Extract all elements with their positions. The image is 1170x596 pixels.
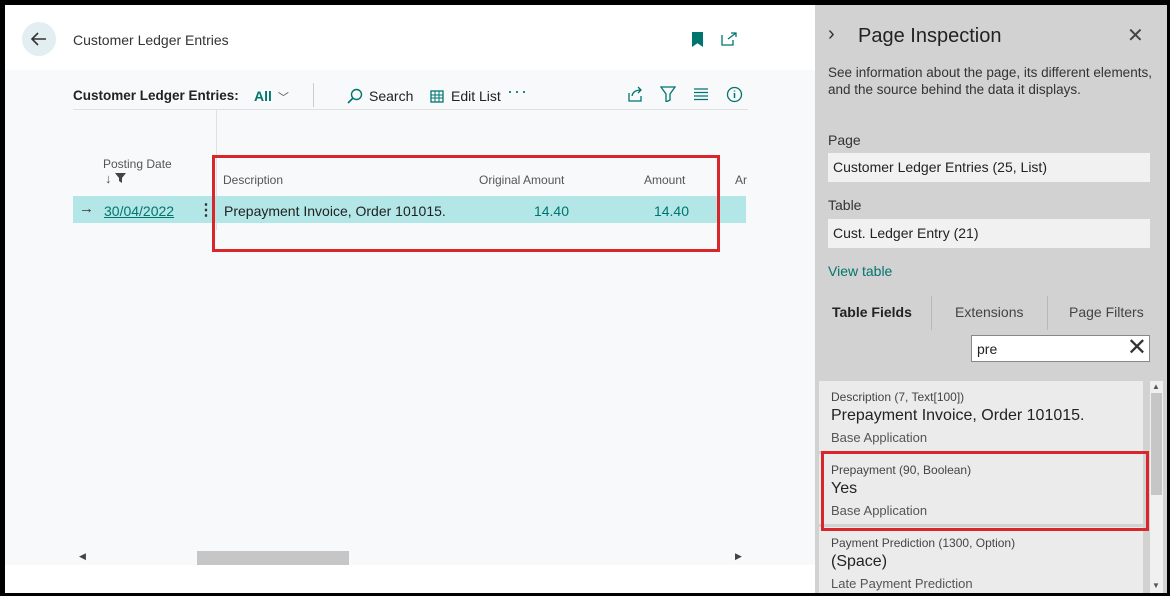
field-source: Late Payment Prediction (831, 576, 973, 591)
field-source: Base Application (831, 430, 928, 445)
back-button[interactable] (22, 22, 56, 56)
list-view-icon[interactable] (693, 86, 709, 102)
tab-page-filters[interactable]: Page Filters (1069, 304, 1144, 320)
tab-divider (931, 296, 932, 330)
view-caption: Customer Ledger Entries: (73, 88, 239, 103)
posting-date-cell[interactable]: 30/04/2022 (104, 203, 174, 219)
field-filter-value: pre (977, 341, 998, 357)
field-caption: Payment Prediction (1300, Option) (831, 536, 1016, 550)
search-icon (347, 88, 363, 104)
column-header-partial[interactable]: Ar (735, 173, 747, 187)
edit-list-button[interactable]: Edit List (430, 88, 501, 104)
field-caption: Description (7, Text[100]) (831, 390, 965, 404)
close-icon[interactable]: ✕ (1127, 23, 1144, 48)
share-icon[interactable] (627, 86, 644, 102)
list-body (5, 70, 815, 565)
tab-table-fields[interactable]: Table Fields (832, 304, 912, 320)
page-header: Customer Ledger Entries (5, 5, 815, 70)
filter-icon[interactable] (660, 86, 676, 102)
sort-descending-filter-icon[interactable]: ↓ (105, 171, 127, 186)
horizontal-scrollbar[interactable]: ◀ ▶ (73, 551, 746, 565)
page-label: Page (828, 132, 861, 148)
scrollbar-thumb[interactable] (197, 551, 349, 565)
scroll-right-icon[interactable]: ▶ (735, 551, 742, 562)
view-table-link[interactable]: View table (828, 263, 892, 279)
scrollbar-track[interactable] (83, 551, 733, 565)
arrow-left-icon (30, 32, 46, 46)
chevron-right-icon[interactable]: › (828, 23, 835, 46)
field-filter-input[interactable]: pre ✕ (971, 333, 1150, 362)
current-row-arrow-icon: → (79, 200, 94, 217)
action-bar: Customer Ledger Entries: All ﹀ Search Edi… (73, 77, 748, 113)
funnel-icon (115, 173, 127, 183)
bookmark-icon[interactable] (692, 32, 703, 47)
field-value: Prepayment Invoice, Order 101015. (831, 407, 1085, 424)
view-selector[interactable]: All ﹀ (254, 88, 289, 105)
annotation-highlight-box (821, 451, 1149, 531)
view-selector-label: All (254, 88, 272, 104)
open-in-new-window-icon[interactable] (721, 32, 737, 46)
list-item[interactable]: Description (7, Text[100]) Prepayment In… (819, 381, 1143, 451)
field-value: (Space) (831, 553, 888, 570)
info-icon[interactable] (726, 86, 743, 103)
search-button[interactable]: Search (347, 88, 413, 104)
scroll-up-icon[interactable]: ▲ (1152, 382, 1160, 391)
chevron-down-icon: ﹀ (277, 92, 289, 104)
scrollbar-thumb[interactable] (1151, 393, 1162, 495)
tab-extensions[interactable]: Extensions (955, 304, 1023, 320)
window-frame: Customer Ledger Entries Customer Ledger … (5, 5, 1167, 593)
table-field: Cust. Ledger Entry (21) (828, 219, 1150, 248)
pane-description: See information about the page, its diff… (828, 65, 1152, 97)
toolbar-underline (73, 109, 748, 110)
table-label: Table (828, 197, 862, 213)
search-button-label: Search (369, 88, 414, 104)
list-page: Customer Ledger Entries Customer Ledger … (5, 5, 815, 593)
list-item[interactable]: Payment Prediction (1300, Option) (Space… (819, 527, 1143, 593)
clear-filter-icon[interactable]: ✕ (1127, 333, 1147, 362)
annotation-highlight-box (212, 155, 720, 252)
more-options-button[interactable]: ··· (507, 81, 528, 102)
page-title: Customer Ledger Entries (73, 32, 229, 48)
page-field: Customer Ledger Entries (25, List) (828, 153, 1150, 182)
vertical-scrollbar[interactable]: ▲ ▼ (1150, 381, 1163, 593)
pane-title: Page Inspection (858, 25, 1002, 47)
column-header-posting-date[interactable]: Posting Date (103, 157, 172, 171)
scroll-down-icon[interactable]: ▼ (1152, 581, 1160, 590)
edit-list-icon (430, 89, 444, 103)
toolbar-divider (313, 83, 314, 107)
edit-list-button-label: Edit List (451, 88, 501, 104)
tab-divider (1047, 296, 1048, 330)
footer-strip (5, 565, 815, 593)
